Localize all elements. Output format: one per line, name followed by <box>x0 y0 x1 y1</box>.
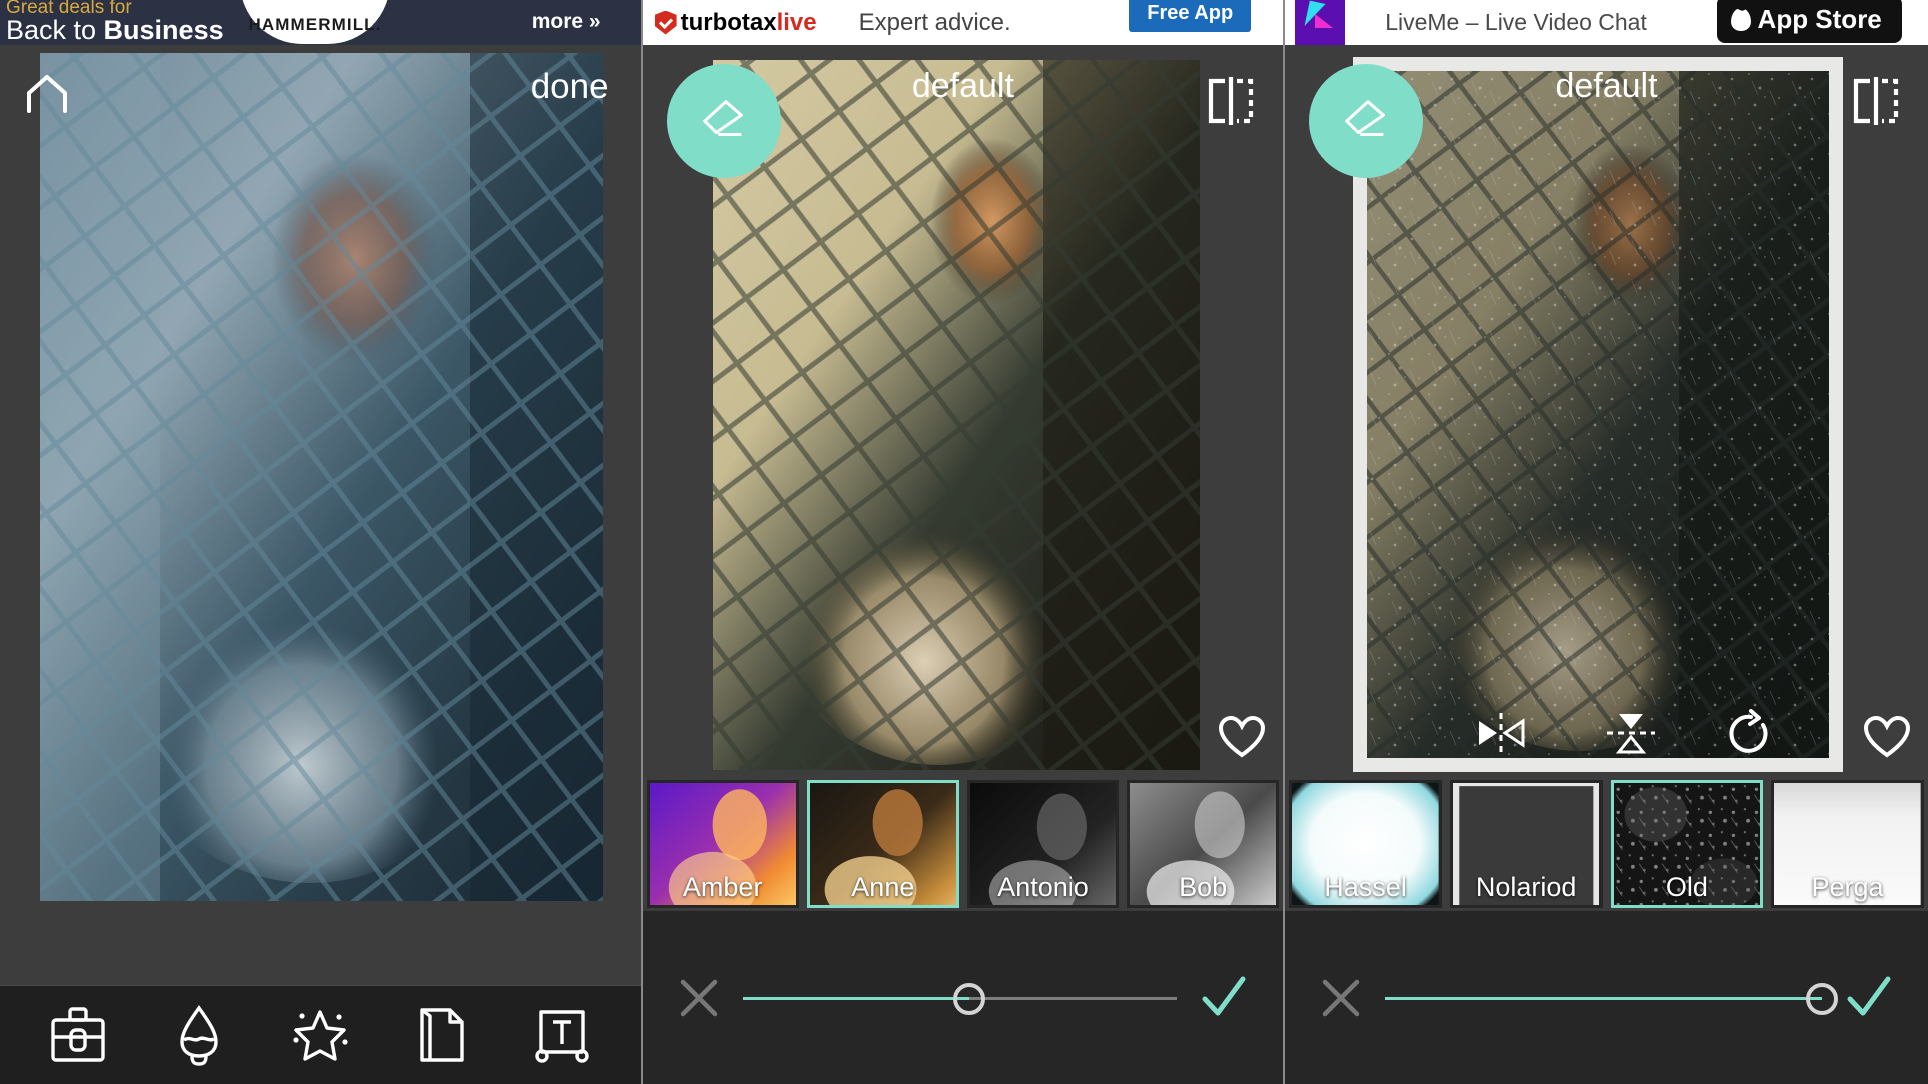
favorite-heart-icon[interactable] <box>1219 715 1266 758</box>
ad-banner-hammermill[interactable]: Great deals for Back to Business HAMMERM… <box>0 0 641 45</box>
compare-icon[interactable] <box>1205 77 1257 125</box>
panel-editor-home: Great deals for Back to Business HAMMERM… <box>0 0 643 1084</box>
texture-thumb-label: Perga <box>1811 872 1884 902</box>
texture-top-bar: default <box>1285 45 1928 178</box>
slider-knob[interactable] <box>952 982 985 1015</box>
ad-turbotax-brand: turbotaxlive <box>680 8 817 36</box>
flip-horizontal-icon[interactable] <box>1475 711 1527 760</box>
preset-title: default <box>911 67 1014 105</box>
preset-thumb-label: Anne <box>851 872 915 902</box>
panel-filter-presets: turbotaxlive Expert advice. Free App def… <box>642 0 1286 1084</box>
done-button[interactable]: done <box>531 67 609 107</box>
preset-thumbnail-strip: Amber Anne Antonio Bob <box>643 780 1284 910</box>
toolbox-icon[interactable] <box>47 1004 109 1066</box>
texture-thumb-old[interactable]: Old <box>1610 780 1764 908</box>
preset-thumb-anne[interactable]: Anne <box>806 780 959 908</box>
texture-thumb-label: Nolariod <box>1475 872 1577 902</box>
ad-banner-turbotax[interactable]: turbotaxlive Expert advice. Free App <box>642 0 1284 45</box>
filter-top-bar: default <box>643 45 1284 178</box>
liveme-app-icon <box>1295 0 1346 45</box>
preset-thumb-label: Amber <box>682 872 763 902</box>
slider-track-fill <box>1385 996 1822 1000</box>
photo-preview[interactable] <box>1353 57 1844 772</box>
check-icon[interactable] <box>1199 973 1249 1023</box>
intensity-slider-bar: 100 <box>1285 910 1928 1084</box>
photo-preview[interactable] <box>40 53 603 901</box>
check-icon[interactable] <box>1844 973 1894 1023</box>
photo-preview[interactable] <box>712 60 1200 770</box>
panel-texture-overlays: LiveMe – Live Video Chat App Store defau… <box>1285 0 1928 1084</box>
home-icon[interactable] <box>25 73 69 113</box>
compare-icon[interactable] <box>1850 77 1902 125</box>
magic-star-icon[interactable] <box>289 1004 351 1066</box>
preset-thumb-bob[interactable]: Bob <box>1127 780 1280 908</box>
flip-vertical-icon[interactable] <box>1605 710 1657 761</box>
intensity-slider-bar: 52 <box>642 910 1284 1084</box>
slider-knob[interactable] <box>1805 982 1838 1015</box>
favorite-heart-icon[interactable] <box>1863 715 1910 758</box>
close-icon[interactable] <box>1319 976 1363 1020</box>
ad-liveme-cta-label: App Store <box>1757 4 1882 34</box>
brush-icon[interactable] <box>168 1004 230 1066</box>
rotate-icon[interactable] <box>1725 708 1773 762</box>
ad-liveme-cta[interactable]: App Store <box>1716 0 1902 43</box>
editor-top-bar: done <box>0 45 641 135</box>
texture-thumb-label: Old <box>1665 872 1708 902</box>
preset-thumb-amber[interactable]: Amber <box>646 780 799 908</box>
texture-thumb-perga[interactable]: Perga <box>1771 780 1924 908</box>
ad-hammermill-brand: HAMMERMILL. <box>248 15 382 34</box>
ad-hammermill-logo: HAMMERMILL. <box>240 0 390 44</box>
ad-hammermill-copy: Great deals for Back to Business <box>0 0 224 45</box>
screenshot-triptych: Great deals for Back to Business HAMMERM… <box>0 0 1928 1084</box>
apple-logo-icon <box>1730 8 1751 31</box>
texture-thumb-hassel[interactable]: Hassel <box>1289 780 1442 908</box>
texture-thumb-label: Hassel <box>1324 872 1407 902</box>
texture-thumbnail-strip: Hassel Nolariod Old Perga <box>1285 780 1928 910</box>
ad-turbotax-cta[interactable]: Free App <box>1129 0 1252 32</box>
ad-turbotax-tagline: Expert advice. <box>858 8 1011 36</box>
photo-canvas-area <box>0 45 641 985</box>
slider-track-fill <box>742 996 969 1000</box>
ad-liveme-title: LiveMe – Live Video Chat <box>1385 9 1647 35</box>
page-icon[interactable] <box>410 1004 472 1066</box>
transform-toolbar <box>1285 708 1928 761</box>
ad-hammermill-more-link[interactable]: more » <box>532 10 601 34</box>
preset-thumb-label: Antonio <box>997 872 1089 902</box>
intensity-slider[interactable]: 52 <box>742 978 1178 1018</box>
ad-hammermill-line2: Back to Business <box>6 14 224 45</box>
preset-thumb-label: Bob <box>1179 872 1228 902</box>
intensity-slider[interactable]: 100 <box>1385 978 1838 1018</box>
turbotax-check-icon <box>654 10 677 35</box>
preset-title: default <box>1555 67 1658 105</box>
texture-thumb-nolariod[interactable]: Nolariod <box>1449 780 1603 908</box>
text-icon[interactable] <box>531 1004 593 1066</box>
ad-banner-liveme[interactable]: LiveMe – Live Video Chat App Store <box>1285 0 1928 45</box>
bottom-toolbar <box>0 985 641 1084</box>
close-icon[interactable] <box>677 976 721 1020</box>
preset-thumb-antonio[interactable]: Antonio <box>966 780 1120 908</box>
